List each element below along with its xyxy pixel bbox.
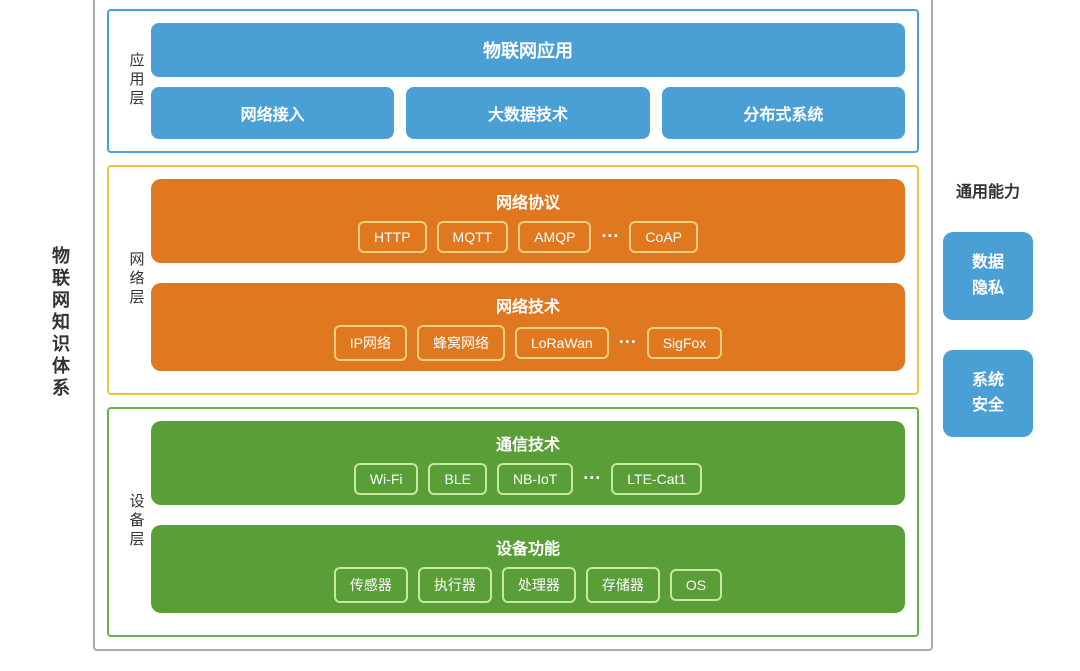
func-item-processor: 处理器: [502, 567, 576, 603]
comm-item-wifi: Wi-Fi: [354, 463, 419, 495]
func-section: 设备功能 传感器 执行器 处理器 存储器 OS: [151, 525, 905, 613]
dev-layer: 设备层 通信技术 Wi-Fi BLE NB-IoT ··· LTE-Cat1: [107, 407, 919, 637]
left-label: 物联网知识体系: [47, 246, 73, 400]
net-tech-item-sigfox: SigFox: [647, 327, 723, 359]
comm-section: 通信技术 Wi-Fi BLE NB-IoT ··· LTE-Cat1: [151, 421, 905, 505]
func-item-os: OS: [670, 569, 722, 601]
big-data-box: 大数据技术: [406, 87, 649, 139]
comm-dots: ···: [583, 468, 601, 489]
app-bottom-row: 网络接入 大数据技术 分布式系统: [151, 87, 905, 139]
comm-title: 通信技术: [165, 431, 891, 455]
protocol-item-http: HTTP: [358, 221, 427, 253]
comm-item-ble: BLE: [428, 463, 486, 495]
func-item-sensor: 传感器: [334, 567, 408, 603]
app-layer: 应用层 物联网应用 网络接入 大数据技术 分布式系统: [107, 9, 919, 153]
net-tech-item-lorawan: LoRaWan: [515, 327, 609, 359]
comm-item-nbiot: NB-IoT: [497, 463, 573, 495]
main-diagram: 应用层 物联网应用 网络接入 大数据技术 分布式系统 网络层 网络: [93, 0, 933, 651]
func-items-row: 传感器 执行器 处理器 存储器 OS: [165, 567, 891, 603]
net-tech-title: 网络技术: [165, 293, 891, 317]
net-tech-section: 网络技术 IP网络 蜂窝网络 LoRaWan ··· SigFox: [151, 283, 905, 371]
dev-layer-label: 设备层: [121, 421, 151, 623]
func-item-storage: 存储器: [586, 567, 660, 603]
protocol-item-coap: CoAP: [629, 221, 698, 253]
net-tech-dots: ···: [619, 332, 637, 353]
iot-application-box: 物联网应用: [151, 23, 905, 77]
protocol-item-amqp: AMQP: [518, 221, 591, 253]
protocol-dots: ···: [601, 226, 619, 247]
distributed-system-box: 分布式系统: [662, 87, 905, 139]
protocol-section: 网络协议 HTTP MQTT AMQP ··· CoAP: [151, 179, 905, 263]
func-title: 设备功能: [165, 535, 891, 559]
app-layer-label: 应用层: [121, 23, 151, 139]
func-item-actuator: 执行器: [418, 567, 492, 603]
protocol-title: 网络协议: [165, 189, 891, 213]
right-panel: 通用能力 数据隐私 系统安全: [943, 178, 1033, 466]
net-layer: 网络层 网络协议 HTTP MQTT AMQP ··· CoAP: [107, 165, 919, 395]
protocol-items-row: HTTP MQTT AMQP ··· CoAP: [165, 221, 891, 253]
right-top-label: 通用能力: [956, 178, 1020, 202]
network-access-box: 网络接入: [151, 87, 394, 139]
net-layer-label: 网络层: [121, 179, 151, 381]
comm-items-row: Wi-Fi BLE NB-IoT ··· LTE-Cat1: [165, 463, 891, 495]
net-tech-item-cellular: 蜂窝网络: [417, 325, 505, 361]
comm-item-ltecat1: LTE-Cat1: [611, 463, 702, 495]
system-security-box: 系统安全: [943, 350, 1033, 437]
net-tech-item-ip: IP网络: [334, 325, 407, 361]
data-privacy-box: 数据隐私: [943, 232, 1033, 319]
protocol-item-mqtt: MQTT: [437, 221, 509, 253]
net-tech-items-row: IP网络 蜂窝网络 LoRaWan ··· SigFox: [165, 325, 891, 361]
